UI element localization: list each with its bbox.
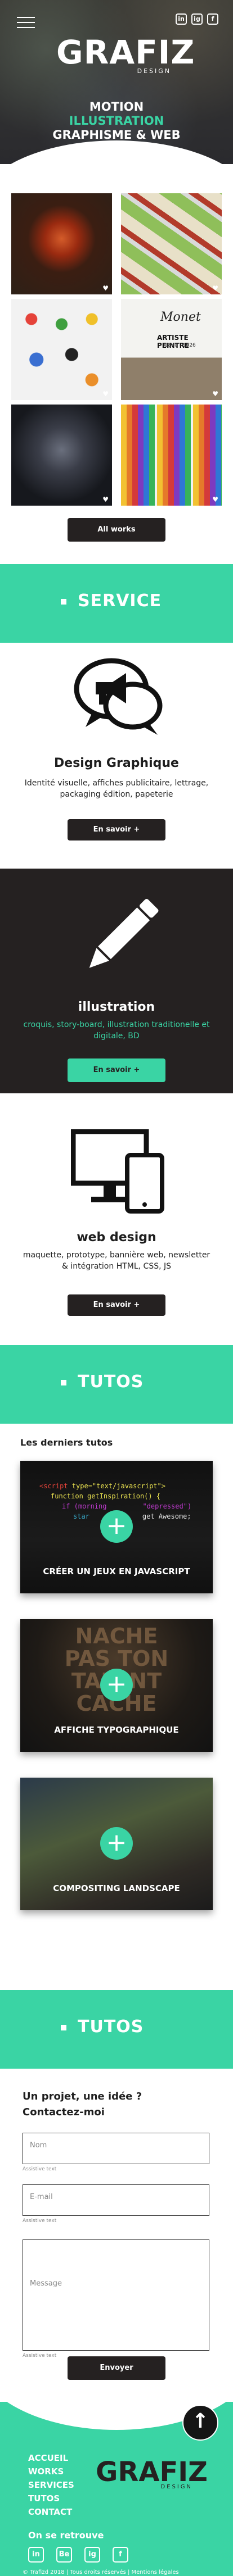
message-field-hint: Assistive text xyxy=(23,2353,57,2359)
header-social-links: in ig f xyxy=(176,13,218,25)
instagram-icon[interactable]: ig xyxy=(191,13,203,25)
monitor-phone-icon xyxy=(71,1129,164,1214)
banner-square-icon xyxy=(61,2025,66,2030)
footer-nav: ACCUEIL WORKS SERVICES TUTOS CONTACT xyxy=(28,2451,74,2519)
contact-title: Un projet, une idée ? Contactez-moi xyxy=(23,2091,142,2118)
arrow-up-icon[interactable]: ↑ xyxy=(182,2405,218,2441)
service-banner: SERVICE xyxy=(0,564,233,643)
works-gallery: ♥ ♥ ♥ Monet ARTISTE PEINTRE 1840 - 1926 … xyxy=(11,193,222,506)
banner-square-icon xyxy=(61,599,66,605)
heart-icon[interactable]: ♥ xyxy=(212,390,218,398)
tagline-line-1: MOTION xyxy=(89,100,144,113)
service-banner-title: SERVICE xyxy=(78,591,162,611)
heart-icon[interactable]: ♥ xyxy=(102,496,109,503)
heart-icon[interactable]: ♥ xyxy=(102,284,109,292)
service-title-design: Design Graphique xyxy=(54,756,179,770)
code-line-3: if (morning "depressed") xyxy=(62,1502,192,1510)
gallery-item-skull[interactable]: ♥ xyxy=(11,405,112,506)
plus-icon[interactable]: + xyxy=(100,1510,133,1543)
footer-link-tutos[interactable]: TUTOS xyxy=(28,2492,74,2505)
gallery-item-artist[interactable]: Monet ARTISTE PEINTRE 1840 - 1926 ♥ xyxy=(121,299,222,400)
copyright: © Trafizd 2018 | Tous droits réservés | … xyxy=(23,2569,179,2575)
artist-years: 1840 - 1926 xyxy=(165,343,196,348)
footer-link-contact[interactable]: CONTACT xyxy=(28,2505,74,2519)
heart-icon[interactable]: ♥ xyxy=(102,390,109,398)
name-field-hint: Assistive text xyxy=(23,2166,57,2172)
linkedin-icon[interactable]: in xyxy=(28,2547,44,2563)
gallery-item-map[interactable]: ♥ xyxy=(121,193,222,294)
heart-icon[interactable]: ♥ xyxy=(212,496,218,503)
all-works-button[interactable]: All works xyxy=(68,518,165,542)
service-desc-design: Identité visuelle, affiches publicitaire… xyxy=(24,779,209,799)
email-field[interactable]: E-mail xyxy=(23,2184,209,2216)
site-logo[interactable]: GRAFIZ DESIGN xyxy=(56,33,195,75)
linkedin-icon[interactable]: in xyxy=(176,13,187,25)
footer-logo[interactable]: GRAFIZ DESIGN xyxy=(96,2456,208,2490)
plus-icon[interactable]: + xyxy=(100,1827,133,1860)
service-title-illustration: illustration xyxy=(78,1000,155,1014)
contact-banner-title: TUTOS xyxy=(78,2017,144,2037)
tuto-card-javascript[interactable]: <script type="text/javascript"> function… xyxy=(20,1461,213,1593)
gallery-item-pencils[interactable]: ♥ xyxy=(121,405,222,506)
plus-icon[interactable]: + xyxy=(100,1669,133,1701)
site-header: in ig f GRAFIZ DESIGN MOTION ILLUSTRATIO… xyxy=(0,0,233,164)
illustration-learn-more-button[interactable]: En savoir + xyxy=(68,1058,165,1082)
footer-link-works[interactable]: WORKS xyxy=(28,2465,74,2478)
tutos-banner-title: TUTOS xyxy=(78,1372,144,1392)
behance-icon[interactable]: Be xyxy=(56,2547,72,2563)
service-desc-illustration: croquis, story-board, illustration tradi… xyxy=(23,1020,210,1041)
service-title-web: web design xyxy=(77,1230,156,1244)
contact-banner: TUTOS xyxy=(0,1990,233,2069)
tuto-caption: AFFICHE TYPOGRAPHIQUE xyxy=(54,1725,179,1735)
tuto-card-compositing[interactable]: + COMPOSITING LANDSCAPE xyxy=(20,1778,213,1910)
gallery-item-poster[interactable]: ♥ xyxy=(11,193,112,294)
menu-icon[interactable] xyxy=(17,17,35,28)
code-line-4: star get Awesome; xyxy=(73,1512,191,1520)
tutos-banner: TUTOS xyxy=(0,1345,233,1424)
artist-signature: Monet xyxy=(160,310,201,324)
code-line-2: function getInspiration() { xyxy=(51,1492,161,1500)
footer-link-services[interactable]: SERVICES xyxy=(28,2478,74,2492)
name-field[interactable]: Nom xyxy=(23,2133,209,2164)
hero-tagline: MOTION ILLUSTRATION GRAPHISME & WEB xyxy=(0,100,233,142)
instagram-icon[interactable]: ig xyxy=(84,2547,100,2563)
email-field-hint: Assistive text xyxy=(23,2218,57,2224)
heart-icon[interactable]: ♥ xyxy=(212,284,218,292)
gallery-item-icons[interactable]: ♥ xyxy=(11,299,112,400)
speech-bubbles-megaphone-icon xyxy=(74,658,163,735)
footer-link-accueil[interactable]: ACCUEIL xyxy=(28,2451,74,2465)
submit-button[interactable]: Envoyer xyxy=(68,2356,165,2380)
pencil-icon xyxy=(89,898,159,968)
facebook-icon[interactable]: f xyxy=(113,2547,128,2563)
logo-text: GRAFIZ xyxy=(56,33,195,71)
banner-square-icon xyxy=(61,1380,66,1385)
tagline-line-2: ILLUSTRATION xyxy=(69,114,164,128)
web-learn-more-button[interactable]: En savoir + xyxy=(68,1294,165,1316)
message-field[interactable]: Message xyxy=(23,2239,209,2351)
footer-logo-text: GRAFIZ xyxy=(96,2456,208,2488)
tuto-caption: CRÉER UN JEUX EN JAVASCRIPT xyxy=(43,1566,190,1577)
code-line-1: <script type="text/javascript"> xyxy=(39,1482,165,1490)
footer-social-links: in Be ig f xyxy=(28,2547,128,2563)
design-learn-more-button[interactable]: En savoir + xyxy=(68,819,165,841)
tutos-heading: Les derniers tutos xyxy=(20,1437,113,1448)
tuto-caption: COMPOSITING LANDSCAPE xyxy=(53,1883,180,1893)
follow-us-label: On se retrouve xyxy=(28,2530,104,2541)
service-desc-web: maquette, prototype, bannière web, newsl… xyxy=(23,1251,210,1271)
tuto-card-typography[interactable]: NACHEPAS TONTALENTCACHE + AFFICHE TYPOGR… xyxy=(20,1619,213,1752)
facebook-icon[interactable]: f xyxy=(207,13,218,25)
